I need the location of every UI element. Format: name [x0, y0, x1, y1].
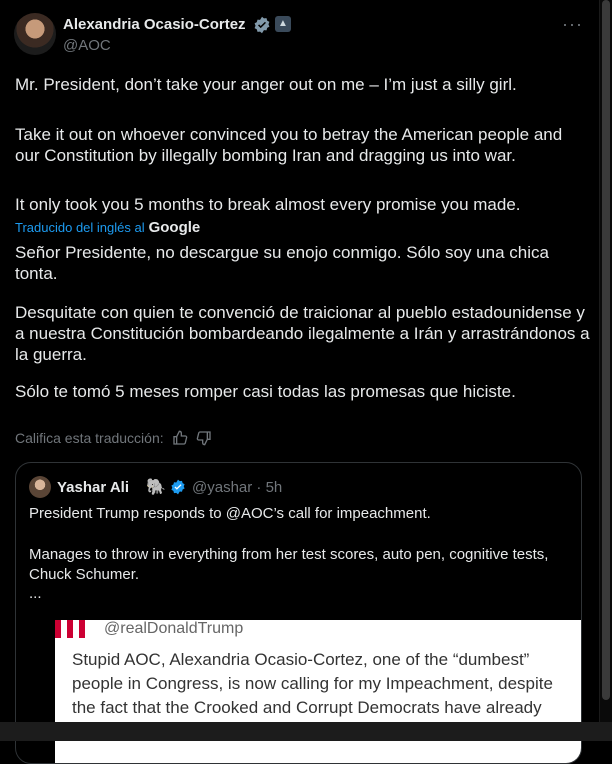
translation-text-1: Señor Presidente, no descargue su enojo … — [15, 243, 549, 283]
google-logo: Google — [148, 219, 201, 236]
thumbs-up-icon[interactable] — [172, 430, 188, 446]
quoted-text-3: ... — [29, 585, 42, 602]
original-text-3: It only took you 5 months to break almos… — [15, 195, 521, 214]
original-text-1: Mr. President, don’t take your anger out… — [15, 75, 517, 94]
flag-avatar — [55, 620, 91, 638]
quoted-author-name: Yashar Ali — [57, 479, 129, 496]
bottom-bar — [0, 722, 612, 741]
quoted-tweet[interactable]: Yashar Ali 🐘 @yashar · 5h President Trum… — [15, 462, 582, 764]
scrollbar[interactable] — [599, 0, 612, 741]
quoted-text-2: Manages to throw in everything from her … — [29, 546, 549, 583]
rate-label: Califica esta traducción: — [15, 430, 164, 446]
scroll-thumb[interactable] — [602, 0, 610, 700]
translation-text-3: Sólo te tomó 5 meses romper casi todas l… — [15, 382, 516, 401]
verified-badge-icon — [254, 16, 270, 34]
verified-badge-icon — [171, 479, 185, 495]
author-name[interactable]: Alexandria Ocasio-Cortez — [63, 16, 246, 33]
thumbs-down-icon[interactable] — [196, 430, 212, 446]
translated-by[interactable]: Traducido del inglés al Google — [15, 219, 200, 236]
translation-text-2: Desquitate con quien te convenció de tra… — [15, 303, 590, 364]
government-badge-icon: ▲ — [275, 16, 291, 32]
original-text-2: Take it out on whoever convinced you to … — [15, 125, 563, 165]
tweet: Alexandria Ocasio-Cortez ▲ @AOC ··· Mr. … — [0, 0, 600, 764]
elephant-icon: 🐘 — [146, 479, 166, 496]
author-handle[interactable]: @AOC — [63, 37, 111, 54]
translated-label: Traducido del inglés al — [15, 220, 145, 235]
avatar[interactable] — [14, 13, 56, 55]
quoted-handle-time: @yashar · 5h — [192, 479, 283, 496]
image-handle: @realDonaldTrump — [104, 620, 244, 637]
rate-translation: Califica esta traducción: — [15, 430, 212, 446]
quoted-image[interactable]: @realDonaldTrump Stupid AOC, Alexandria … — [55, 620, 581, 763]
more-options-icon[interactable]: ··· — [562, 14, 583, 35]
quoted-avatar[interactable] — [29, 476, 51, 498]
quoted-text-1: President Trump responds to @AOC’s call … — [29, 505, 431, 522]
image-text: Stupid AOC, Alexandria Ocasio-Cortez, on… — [72, 650, 553, 717]
